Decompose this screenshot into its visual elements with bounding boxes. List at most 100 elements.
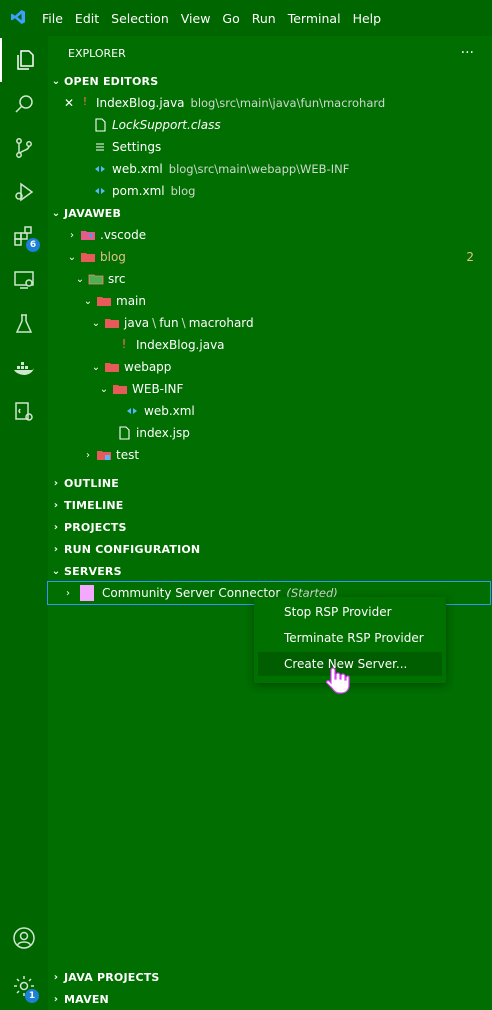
tree-item-indexblog[interactable]: ! IndexBlog.java xyxy=(48,334,492,356)
run-configuration-header[interactable]: › RUN CONFIGURATION xyxy=(48,538,492,560)
explorer-sidebar: EXPLORER ··· ⌄ OPEN EDITORS ✕ ! IndexBlo… xyxy=(47,36,492,1010)
search-icon xyxy=(15,95,33,113)
remote-explorer-activity[interactable] xyxy=(0,258,48,302)
search-activity[interactable] xyxy=(0,82,48,126)
testing-activity[interactable] xyxy=(0,302,48,346)
chevron-down-icon: ⌄ xyxy=(83,295,93,307)
tree-item-indexjsp[interactable]: index.jsp xyxy=(48,422,492,444)
javaweb-title: JAVAWEB xyxy=(64,206,122,220)
settings-badge: 1 xyxy=(25,989,39,1003)
terminate-rsp-provider-item[interactable]: Terminate RSP Provider xyxy=(258,626,442,650)
chevron-down-icon: ⌄ xyxy=(51,75,61,87)
projects-header[interactable]: › PROJECTS xyxy=(48,516,492,538)
menu-selection[interactable]: Selection xyxy=(105,11,175,26)
context-menu: Stop RSP Provider Terminate RSP Provider… xyxy=(254,597,446,683)
outline-title: OUTLINE xyxy=(64,476,120,490)
tree-label: blog xyxy=(100,250,126,264)
tree-item-webxml[interactable]: web.xml xyxy=(48,400,492,422)
file-icon xyxy=(119,426,130,440)
tree-item-vscode[interactable]: › .vscode xyxy=(48,224,492,246)
more-actions-button[interactable]: ··· xyxy=(461,45,474,61)
tree-label: main xyxy=(116,294,146,308)
vscode-logo-icon xyxy=(11,10,25,24)
docker-icon xyxy=(14,362,34,375)
file-icon xyxy=(95,118,106,132)
tree-item-main[interactable]: ⌄ main xyxy=(48,290,492,312)
accounts-activity[interactable] xyxy=(0,916,48,960)
chevron-down-icon: ⌄ xyxy=(51,207,61,219)
menu-terminal[interactable]: Terminal xyxy=(282,11,347,26)
open-editor-path: blog\src\main\webapp\WEB-INF xyxy=(168,162,350,176)
java-file-icon: ! xyxy=(121,337,127,351)
timeline-header[interactable]: › TIMELINE xyxy=(48,494,492,516)
menu-help[interactable]: Help xyxy=(347,11,388,26)
xml-file-icon xyxy=(95,166,105,172)
explorer-activity[interactable] xyxy=(0,38,48,82)
menu-view[interactable]: View xyxy=(175,11,217,26)
projects-title: PROJECTS xyxy=(64,520,127,534)
chevron-down-icon: ⌄ xyxy=(99,383,109,395)
source-control-activity[interactable] xyxy=(0,126,48,170)
tree-item-blog[interactable]: ⌄ blog 2 xyxy=(48,246,492,268)
open-editor-item[interactable]: LockSupport.class xyxy=(48,114,492,136)
run-debug-icon xyxy=(15,182,34,202)
folder-open-icon xyxy=(81,253,95,262)
servers-title: SERVERS xyxy=(64,564,122,578)
remote-settings-activity[interactable] xyxy=(0,390,48,434)
create-new-server-item[interactable]: Create New Server... xyxy=(258,652,442,676)
manage-activity[interactable]: 1 xyxy=(0,964,48,1008)
source-control-icon xyxy=(16,138,32,158)
maven-header[interactable]: › MAVEN xyxy=(48,988,492,1010)
chevron-right-icon: › xyxy=(53,499,59,511)
activity-bar: 6 1 xyxy=(0,36,48,1010)
menu-edit[interactable]: Edit xyxy=(69,11,105,26)
chevron-right-icon: › xyxy=(53,543,59,555)
tree-label: web.xml xyxy=(144,404,195,418)
extensions-activity[interactable]: 6 xyxy=(0,214,48,258)
tree-item-java[interactable]: ⌄ java \ fun \ macrohard xyxy=(48,312,492,334)
xml-file-icon xyxy=(127,408,137,414)
folder-open-icon xyxy=(97,297,111,306)
tree-label: src xyxy=(108,272,126,286)
open-editor-item[interactable]: ✕ ! IndexBlog.java blog\src\main\java\fu… xyxy=(48,92,492,114)
tree-item-webapp[interactable]: ⌄ webapp xyxy=(48,356,492,378)
open-editor-name: LockSupport.class xyxy=(112,118,221,132)
tree-label: fun xyxy=(159,316,179,330)
run-configuration-title: RUN CONFIGURATION xyxy=(64,542,201,556)
javaweb-header[interactable]: ⌄ JAVAWEB xyxy=(48,202,492,224)
open-editor-item[interactable]: web.xml blog\src\main\webapp\WEB-INF xyxy=(48,158,492,180)
menu-file[interactable]: File xyxy=(36,11,69,26)
run-debug-activity[interactable] xyxy=(0,170,48,214)
menu-go[interactable]: Go xyxy=(216,11,245,26)
servers-header[interactable]: ⌄ SERVERS xyxy=(48,560,492,582)
open-editor-item[interactable]: Settings xyxy=(48,136,492,158)
account-icon xyxy=(13,927,35,949)
tree-label: macrohard xyxy=(188,316,254,330)
tree-label: WEB-INF xyxy=(132,382,184,396)
server-icon xyxy=(80,585,94,601)
folder-open-icon xyxy=(105,363,119,372)
explorer-header: EXPLORER ··· xyxy=(48,42,492,64)
xml-file-icon xyxy=(95,188,105,194)
problem-count: 2 xyxy=(466,250,474,264)
open-editors-header[interactable]: ⌄ OPEN EDITORS xyxy=(48,70,492,92)
chevron-right-icon: › xyxy=(70,229,74,241)
open-editor-path: blog xyxy=(170,184,196,198)
chevron-right-icon: › xyxy=(53,477,59,489)
remote-explorer-icon xyxy=(14,271,34,289)
tree-item-test[interactable]: › test xyxy=(48,444,492,466)
outline-header[interactable]: › OUTLINE xyxy=(48,472,492,494)
tree-item-webinf[interactable]: ⌄ WEB-INF xyxy=(48,378,492,400)
close-icon[interactable]: ✕ xyxy=(48,96,74,110)
tree-item-src[interactable]: ⌄ src xyxy=(48,268,492,290)
menu-bar: File Edit Selection View Go Run Terminal… xyxy=(36,0,387,36)
menu-run[interactable]: Run xyxy=(246,11,282,26)
tree-label: .vscode xyxy=(100,228,147,242)
java-projects-header[interactable]: › JAVA PROJECTS xyxy=(48,966,492,988)
tree-label: test xyxy=(116,448,140,462)
chevron-right-icon: › xyxy=(53,993,59,1005)
stop-rsp-provider-item[interactable]: Stop RSP Provider xyxy=(258,600,442,624)
open-editor-item[interactable]: pom.xml blog xyxy=(48,180,492,202)
explorer-title: EXPLORER xyxy=(68,46,126,60)
docker-activity[interactable] xyxy=(0,346,48,390)
